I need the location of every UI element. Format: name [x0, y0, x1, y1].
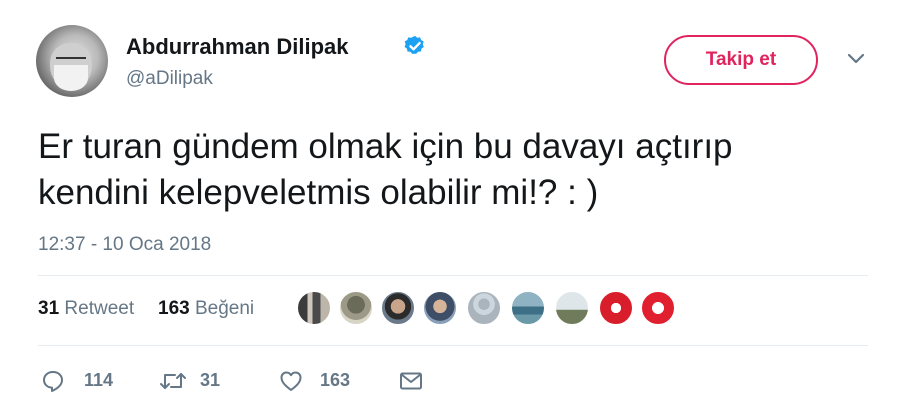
tweet-timestamp[interactable]: 12:37 - 10 Oca 2018	[38, 234, 211, 256]
liker-avatar[interactable]	[380, 290, 416, 326]
liker-avatar[interactable]	[598, 290, 634, 326]
heart-icon[interactable]	[278, 368, 304, 394]
likes-count: 163	[158, 298, 190, 319]
avatar-beard	[54, 65, 88, 91]
envelope-icon[interactable]	[398, 368, 424, 394]
liker-avatar[interactable]	[296, 290, 332, 326]
liker-avatar[interactable]	[338, 290, 374, 326]
reply-icon[interactable]	[40, 368, 66, 394]
author-display-name[interactable]: Abdurrahman Dilipak	[126, 34, 348, 60]
author-handle[interactable]: @aDilipak	[126, 68, 213, 90]
liker-avatar[interactable]	[510, 290, 546, 326]
tweet-text-line: kendini kelepveletmis olabilir mi!? : )	[38, 173, 599, 212]
verified-badge-icon	[404, 35, 424, 54]
liker-avatar[interactable]	[466, 290, 502, 326]
avatar-glasses	[56, 57, 86, 67]
follow-button[interactable]: Takip et	[664, 35, 818, 85]
tweet-text: Er turan gündem olmak için bu davayı açt…	[38, 124, 878, 216]
liker-avatar[interactable]	[422, 290, 458, 326]
like-count: 163	[320, 370, 351, 390]
retweets-count: 31	[38, 298, 60, 319]
tweet-text-line: Er turan gündem olmak için bu davayı açt…	[38, 127, 733, 166]
retweets-label: Retweet	[64, 298, 135, 319]
divider	[38, 345, 868, 346]
likes-label: Beğeni	[194, 298, 255, 319]
retweets-stat[interactable]: 31 Retweet	[38, 298, 134, 320]
liker-avatar[interactable]	[554, 290, 590, 326]
liker-avatar[interactable]	[640, 290, 676, 326]
chevron-down-icon[interactable]	[846, 52, 866, 66]
reply-count: 114	[84, 370, 114, 390]
retweet-count: 31	[200, 370, 221, 390]
author-avatar[interactable]	[36, 25, 108, 97]
likes-stat[interactable]: 163 Beğeni	[158, 298, 254, 320]
retweet-icon[interactable]	[158, 368, 188, 394]
divider	[38, 275, 868, 276]
